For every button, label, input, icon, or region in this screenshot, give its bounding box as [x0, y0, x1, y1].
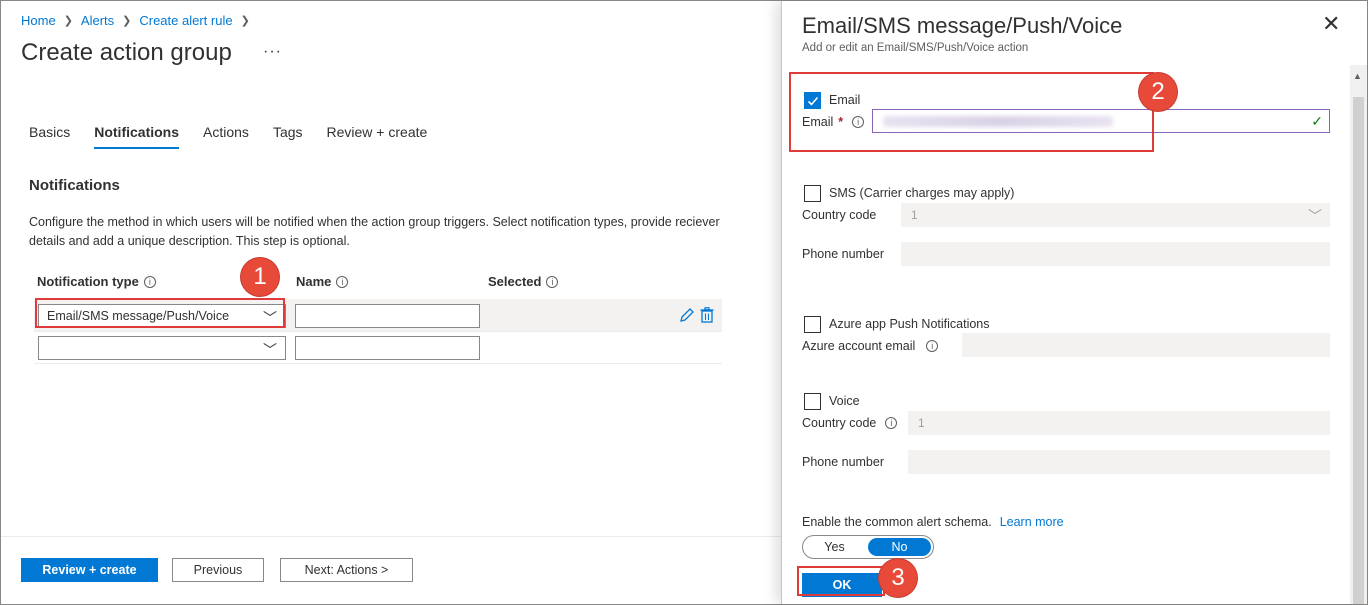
voice-country-code-label: Country code i	[802, 416, 898, 430]
highlight-box-1	[35, 298, 285, 328]
breadcrumb-home[interactable]: Home	[21, 13, 56, 28]
voice-country-code-input[interactable]: 1	[908, 411, 1330, 435]
previous-button[interactable]: Previous	[172, 558, 264, 582]
chevron-down-icon: ﹀	[1308, 208, 1322, 224]
chevron-right-icon: ❯	[63, 15, 73, 27]
info-icon[interactable]: i	[926, 340, 939, 352]
callout-badge-2: 2	[1139, 73, 1177, 111]
tab-review-create[interactable]: Review + create	[327, 124, 428, 149]
section-title: Notifications	[29, 177, 120, 194]
toggle-yes[interactable]: Yes	[803, 536, 866, 558]
notification-name-input-empty[interactable]	[295, 336, 480, 360]
chevron-right-icon: ❯	[122, 15, 132, 27]
side-panel: Email/SMS message/Push/Voice Add or edit…	[781, 1, 1367, 604]
tab-basics[interactable]: Basics	[29, 124, 70, 149]
page-title: Create action group	[21, 39, 232, 66]
column-header-name-label: Name	[296, 274, 332, 289]
voice-checkbox-label: Voice	[829, 394, 860, 408]
push-checkbox-label: Azure app Push Notifications	[829, 317, 990, 331]
push-account-input[interactable]	[962, 333, 1330, 357]
tab-actions[interactable]: Actions	[203, 124, 249, 149]
column-header-name: Name i	[296, 274, 349, 289]
learn-more-link[interactable]: Learn more	[1000, 515, 1064, 529]
voice-checkbox[interactable]	[804, 393, 821, 410]
info-icon[interactable]: i	[143, 275, 156, 288]
column-header-type-label: Notification type	[37, 274, 139, 289]
highlight-box-2	[789, 72, 1154, 152]
breadcrumb: Home ❯ Alerts ❯ Create alert rule ❯	[21, 13, 258, 28]
scroll-up-icon[interactable]: ▲	[1353, 71, 1362, 81]
voice-country-code-value: 1	[918, 416, 925, 430]
close-icon[interactable]: ✕	[1322, 13, 1340, 35]
sms-checkbox[interactable]	[804, 185, 821, 202]
checkmark-icon: ✓	[1311, 113, 1323, 129]
sms-checkbox-label: SMS (Carrier charges may apply)	[829, 186, 1015, 200]
push-account-label: Azure account email i	[802, 339, 939, 353]
row-divider	[34, 363, 722, 364]
sms-phone-input[interactable]	[901, 242, 1330, 266]
column-header-type: Notification type i	[37, 274, 156, 289]
breadcrumb-alerts[interactable]: Alerts	[81, 13, 114, 28]
column-header-selected-label: Selected	[488, 274, 542, 289]
highlight-box-3	[797, 566, 885, 596]
notification-name-input[interactable]	[295, 304, 480, 328]
chevron-down-icon: ﹀	[263, 342, 277, 358]
edit-icon[interactable]	[679, 307, 695, 323]
info-icon[interactable]: i	[336, 275, 349, 288]
panel-title: Email/SMS message/Push/Voice	[802, 13, 1123, 38]
toggle-no[interactable]: No	[868, 538, 931, 556]
more-icon[interactable]: ···	[263, 43, 282, 61]
push-account-label-text: Azure account email	[802, 339, 916, 353]
info-icon[interactable]: i	[546, 275, 559, 288]
tab-notifications[interactable]: Notifications	[94, 124, 180, 149]
breadcrumb-create-alert-rule[interactable]: Create alert rule	[139, 13, 232, 28]
footer-divider	[1, 536, 781, 537]
alert-schema-toggle[interactable]: Yes No	[802, 535, 934, 559]
voice-phone-input[interactable]	[908, 450, 1330, 474]
section-description: Configure the method in which users will…	[29, 215, 720, 248]
notification-type-dropdown-empty[interactable]: ﹀	[38, 336, 286, 360]
info-icon[interactable]: i	[885, 417, 898, 429]
next-actions-button[interactable]: Next: Actions >	[280, 558, 413, 582]
callout-badge-1: 1	[241, 258, 279, 296]
main-pane: Home ❯ Alerts ❯ Create alert rule ❯ Crea…	[1, 1, 781, 604]
sms-country-code-value: 1	[911, 208, 918, 222]
sms-country-code-dropdown[interactable]: 1 ﹀	[901, 203, 1330, 227]
review-create-button[interactable]: Review + create	[21, 558, 158, 582]
chevron-right-icon: ❯	[240, 15, 250, 27]
row-divider	[34, 331, 722, 332]
tab-tags[interactable]: Tags	[273, 124, 303, 149]
sms-phone-label: Phone number	[802, 247, 885, 261]
voice-phone-label: Phone number	[802, 455, 885, 469]
trash-icon[interactable]	[700, 307, 714, 323]
tab-bar: Basics Notifications Actions Tags Review…	[29, 124, 451, 149]
alert-schema-label: Enable the common alert schema. Learn mo…	[802, 515, 1064, 529]
push-checkbox[interactable]	[804, 316, 821, 333]
callout-badge-3: 3	[879, 559, 917, 597]
scrollbar-thumb[interactable]	[1353, 97, 1364, 604]
panel-subtitle: Add or edit an Email/SMS/Push/Voice acti…	[802, 42, 1029, 54]
voice-country-code-text: Country code	[802, 416, 877, 430]
column-header-selected: Selected i	[488, 274, 559, 289]
alert-schema-text: Enable the common alert schema.	[802, 515, 992, 529]
sms-country-code-label: Country code	[802, 208, 877, 222]
